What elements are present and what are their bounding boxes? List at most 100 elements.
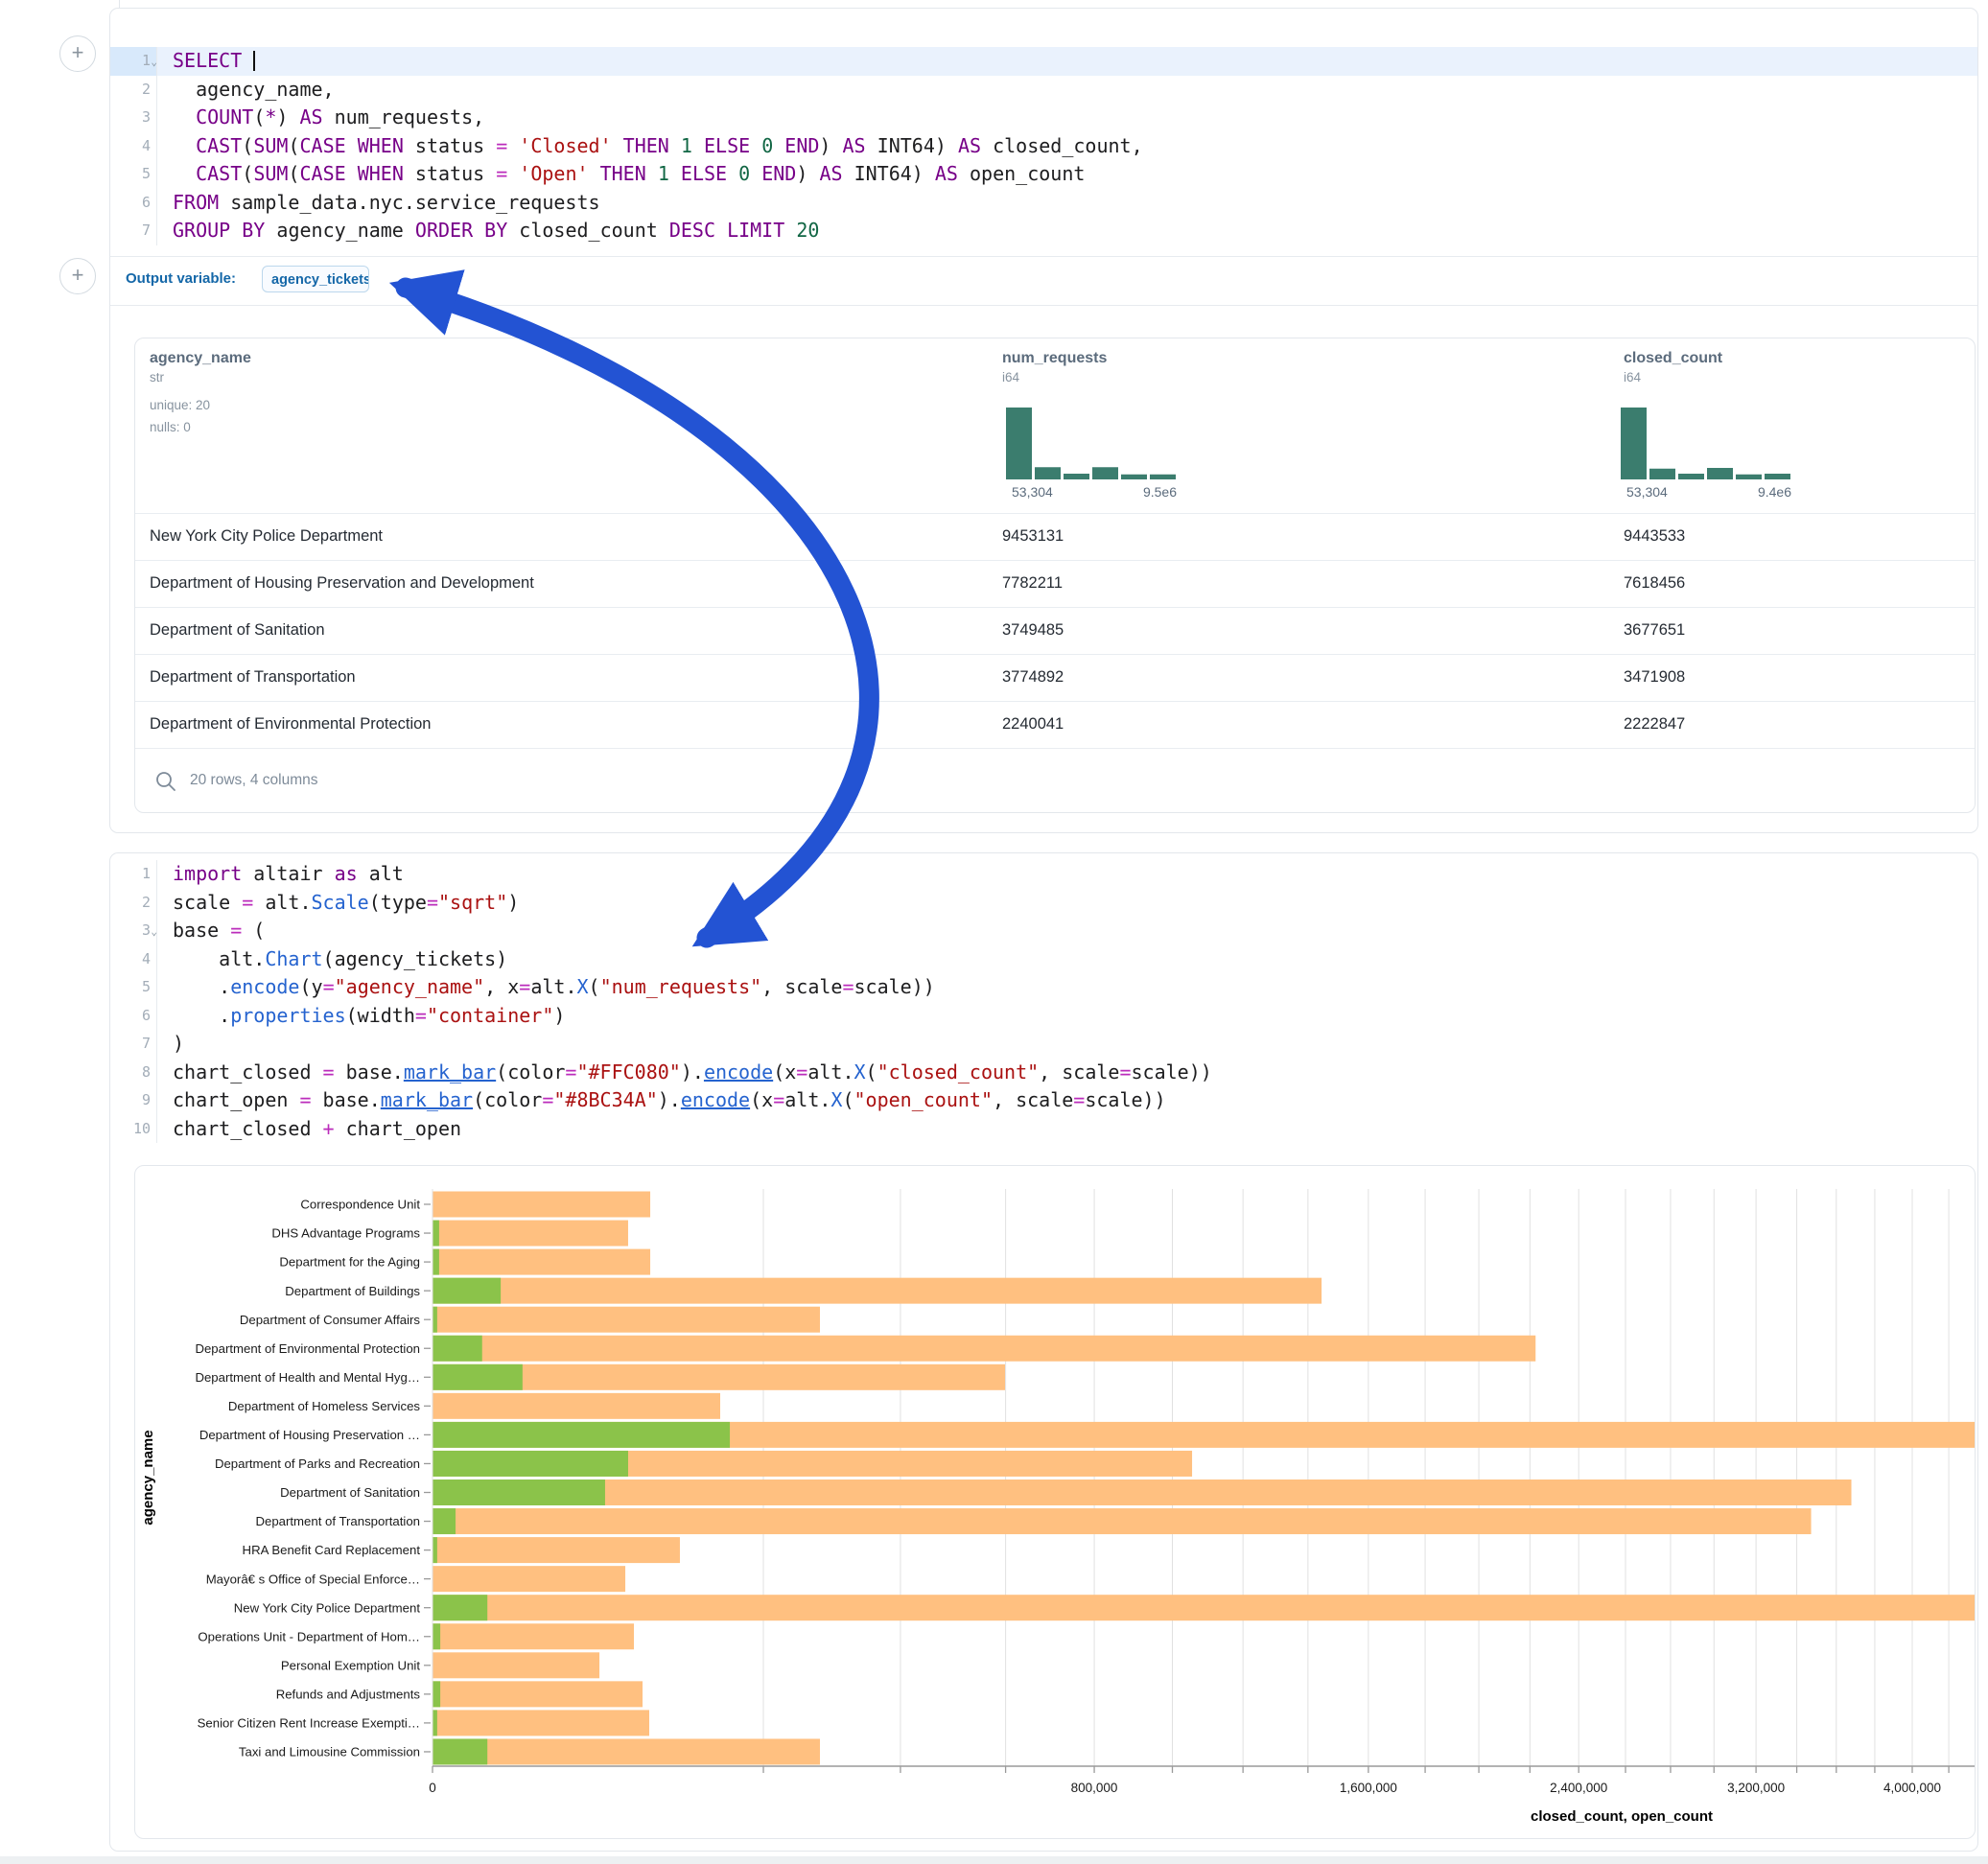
chart-output-card: Correspondence UnitDHS Advantage Program… bbox=[134, 1165, 1976, 1839]
svg-text:Department of Buildings: Department of Buildings bbox=[285, 1284, 420, 1298]
column-stat-unique: unique: 20 bbox=[150, 398, 210, 412]
table-cell: 3749485 bbox=[1002, 621, 1064, 640]
table-cell: 3471908 bbox=[1624, 668, 1685, 687]
row-count-summary: 20 rows, 4 columns bbox=[190, 772, 318, 789]
line-number: 4 bbox=[110, 132, 157, 161]
svg-text:New York City Police Departmen: New York City Police Department bbox=[234, 1600, 421, 1615]
code-line[interactable]: 7) bbox=[110, 1030, 1977, 1059]
code-line[interactable]: 7GROUP BY agency_name ORDER BY closed_co… bbox=[110, 217, 1977, 245]
code-text: alt.Chart(agency_tickets) bbox=[157, 945, 1977, 974]
table-cell: Department of Environmental Protection bbox=[150, 715, 431, 734]
code-text: scale = alt.Scale(type="sqrt") bbox=[157, 889, 1977, 918]
table-cell: 2240041 bbox=[1002, 715, 1064, 734]
line-number: 10 bbox=[110, 1115, 157, 1144]
table-row: Department of Sanitation37494853677651 bbox=[135, 607, 1975, 654]
code-line[interactable]: 5 CAST(SUM(CASE WHEN status = 'Open' THE… bbox=[110, 160, 1977, 189]
notebook-page: + + 1⌄SELECT 2 agency_name,3 COUNT(*) AS… bbox=[0, 0, 1988, 1864]
table-row: Department of Transportation377489234719… bbox=[135, 654, 1975, 701]
svg-text:Department of Parks and Recrea: Department of Parks and Recreation bbox=[215, 1456, 420, 1471]
svg-text:Personal Exemption Unit: Personal Exemption Unit bbox=[281, 1658, 420, 1672]
table-footer: 20 rows, 4 columns bbox=[135, 748, 1975, 813]
svg-text:53,304: 53,304 bbox=[1012, 484, 1053, 500]
code-line[interactable]: 6 .properties(width="container") bbox=[110, 1002, 1977, 1031]
closed-count-histogram: 53,304 9.4e6 bbox=[1621, 408, 1813, 503]
code-line[interactable]: 6FROM sample_data.nyc.service_requests bbox=[110, 189, 1977, 218]
text-cursor bbox=[253, 51, 255, 71]
code-line[interactable]: 1import altair as alt bbox=[110, 860, 1977, 889]
result-table: agency_name str unique: 20 nulls: 0 num_… bbox=[134, 338, 1976, 813]
svg-text:Refunds and Adjustments: Refunds and Adjustments bbox=[276, 1687, 421, 1701]
code-line[interactable]: 3⌄base = ( bbox=[110, 917, 1977, 945]
code-text: .properties(width="container") bbox=[157, 1002, 1977, 1031]
svg-text:Department of Health and Menta: Department of Health and Mental Hyg… bbox=[195, 1370, 420, 1385]
table-cell: Department of Housing Preservation and D… bbox=[150, 574, 534, 593]
add-cell-button-middle[interactable]: + bbox=[59, 258, 96, 294]
code-text: ) bbox=[157, 1030, 1977, 1059]
collapse-chevron-icon[interactable]: ⌄ bbox=[151, 48, 157, 77]
num-requests-histogram: 53,304 9.5e6 bbox=[1006, 408, 1198, 503]
code-line[interactable]: 1⌄SELECT bbox=[110, 47, 1977, 76]
line-number: 3 bbox=[110, 104, 157, 132]
python-code-editor[interactable]: 1import altair as alt2scale = alt.Scale(… bbox=[110, 860, 1977, 1143]
collapse-chevron-icon[interactable]: ⌄ bbox=[151, 918, 157, 946]
svg-text:Mayorâ€ s Office of Special En: Mayorâ€ s Office of Special Enforce… bbox=[206, 1572, 420, 1586]
code-line[interactable]: 8chart_closed = base.mark_bar(color="#FF… bbox=[110, 1059, 1977, 1087]
code-line[interactable]: 5 .encode(y="agency_name", x=alt.X("num_… bbox=[110, 973, 1977, 1002]
code-line[interactable]: 2 agency_name, bbox=[110, 76, 1977, 105]
sql-code-editor[interactable]: 1⌄SELECT 2 agency_name,3 COUNT(*) AS num… bbox=[110, 47, 1977, 245]
line-number: 9 bbox=[110, 1086, 157, 1115]
code-text: chart_closed + chart_open bbox=[157, 1115, 1977, 1144]
table-cell: Department of Transportation bbox=[150, 668, 356, 687]
previous-cell-edge bbox=[109, 0, 120, 8]
svg-text:9.5e6: 9.5e6 bbox=[1143, 484, 1177, 500]
svg-text:0: 0 bbox=[429, 1781, 436, 1795]
code-text: chart_open = base.mark_bar(color="#8BC34… bbox=[157, 1086, 1977, 1115]
code-text: COUNT(*) AS num_requests, bbox=[157, 104, 1977, 132]
code-text: import altair as alt bbox=[157, 860, 1977, 889]
svg-text:9.4e6: 9.4e6 bbox=[1758, 484, 1791, 500]
output-variable-pill[interactable]: agency_tickets bbox=[262, 266, 369, 292]
table-cell: 2222847 bbox=[1624, 715, 1685, 734]
column-header-agency-name[interactable]: agency_name bbox=[150, 350, 251, 367]
code-text: chart_closed = base.mark_bar(color="#FFC… bbox=[157, 1059, 1977, 1087]
table-cell: 9443533 bbox=[1624, 527, 1685, 546]
code-line[interactable]: 10chart_closed + chart_open bbox=[110, 1115, 1977, 1144]
search-icon[interactable] bbox=[154, 770, 177, 793]
table-cell: 7618456 bbox=[1624, 574, 1685, 593]
code-text: base = ( bbox=[157, 917, 1977, 945]
svg-text:Department for the Aging: Department for the Aging bbox=[279, 1255, 420, 1270]
table-row: New York City Police Department945313194… bbox=[135, 513, 1975, 560]
svg-text:Department of Housing Preserva: Department of Housing Preservation … bbox=[199, 1428, 420, 1442]
svg-text:4,000,000: 4,000,000 bbox=[1883, 1781, 1941, 1795]
line-number: 4 bbox=[110, 945, 157, 974]
line-number: 1⌄ bbox=[110, 47, 157, 76]
column-header-num-requests[interactable]: num_requests bbox=[1002, 350, 1107, 367]
table-row: Department of Housing Preservation and D… bbox=[135, 560, 1975, 607]
code-text: CAST(SUM(CASE WHEN status = 'Open' THEN … bbox=[157, 160, 1977, 189]
code-line[interactable]: 4 CAST(SUM(CASE WHEN status = 'Closed' T… bbox=[110, 132, 1977, 161]
code-line[interactable]: 4 alt.Chart(agency_tickets) bbox=[110, 945, 1977, 974]
code-line[interactable]: 3 COUNT(*) AS num_requests, bbox=[110, 104, 1977, 132]
code-line[interactable]: 2scale = alt.Scale(type="sqrt") bbox=[110, 889, 1977, 918]
output-variable-label: Output variable: bbox=[126, 270, 236, 287]
code-line[interactable]: 9chart_open = base.mark_bar(color="#8BC3… bbox=[110, 1086, 1977, 1115]
svg-text:Department of Environmental Pr: Department of Environmental Protection bbox=[195, 1341, 420, 1356]
line-number: 7 bbox=[110, 217, 157, 245]
line-number: 2 bbox=[110, 889, 157, 918]
table-cell: New York City Police Department bbox=[150, 527, 383, 546]
column-stat-nulls: nulls: 0 bbox=[150, 420, 191, 434]
svg-text:agency_name: agency_name bbox=[140, 1430, 156, 1525]
code-text: .encode(y="agency_name", x=alt.X("num_re… bbox=[157, 973, 1977, 1002]
bar-chart: Correspondence UnitDHS Advantage Program… bbox=[135, 1166, 1976, 1839]
column-type-num-requests: i64 bbox=[1002, 370, 1019, 384]
code-text: SELECT bbox=[157, 47, 1977, 76]
code-text: FROM sample_data.nyc.service_requests bbox=[157, 189, 1977, 218]
column-header-closed-count[interactable]: closed_count bbox=[1624, 350, 1722, 367]
svg-text:Correspondence Unit: Correspondence Unit bbox=[300, 1198, 420, 1212]
add-cell-button-top[interactable]: + bbox=[59, 35, 96, 72]
svg-text:800,000: 800,000 bbox=[1071, 1781, 1118, 1795]
output-variable-strip: Output variable: agency_tickets bbox=[110, 256, 1977, 306]
column-type-agency-name: str bbox=[150, 370, 164, 384]
next-cell-edge bbox=[0, 1856, 1988, 1864]
svg-text:53,304: 53,304 bbox=[1626, 484, 1668, 500]
